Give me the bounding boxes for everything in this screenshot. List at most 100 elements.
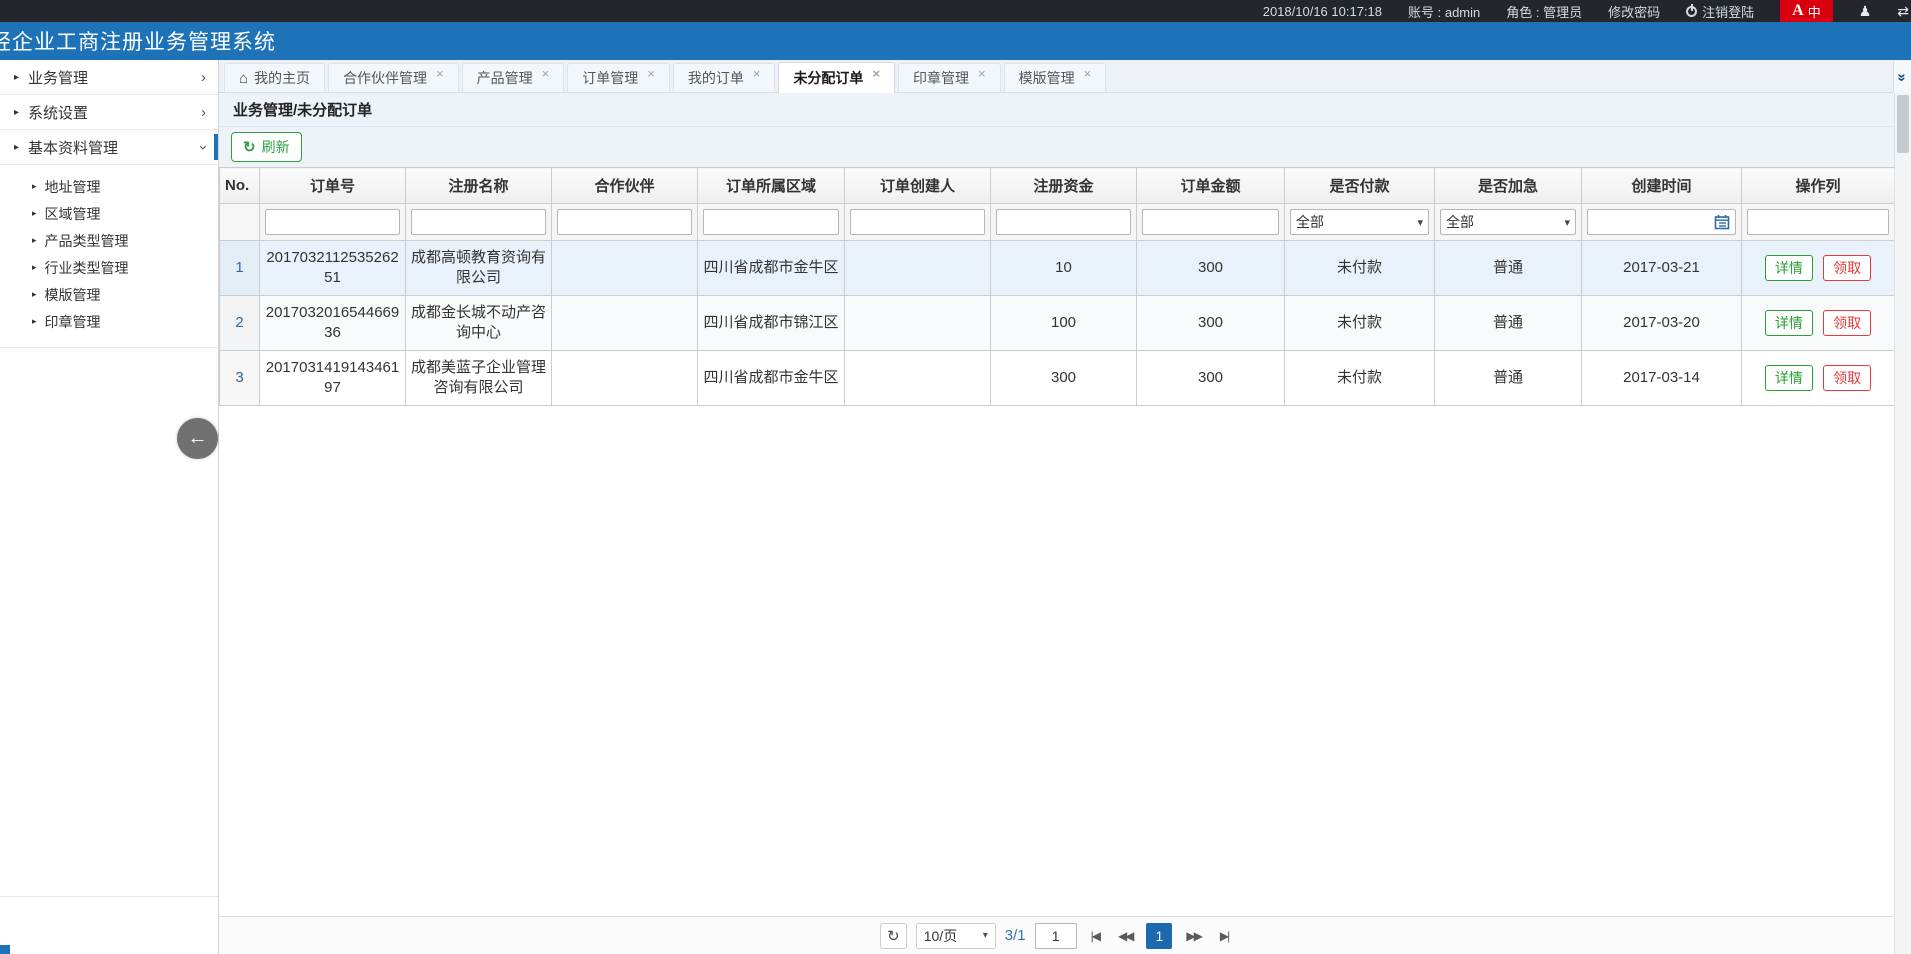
app-header: 轻企业工商注册业务管理系统 bbox=[0, 22, 1911, 60]
tab-my-orders[interactable]: 我的订单 × bbox=[673, 63, 776, 92]
scrollbar-thumb[interactable] bbox=[1897, 95, 1909, 153]
tab-overflow-button[interactable]: » bbox=[1893, 61, 1911, 93]
table-row[interactable]: 3 201703141914346197 成都美蓝子企业管理咨询有限公司 四川省… bbox=[220, 351, 1895, 406]
table-header-row: No. 订单号 注册名称 合作伙伴 订单所属区域 订单创建人 注册资金 订单金额… bbox=[220, 168, 1895, 204]
close-icon[interactable]: × bbox=[436, 66, 444, 81]
col-reg-capital: 注册资金 bbox=[991, 168, 1137, 204]
detail-button[interactable]: 详情 bbox=[1765, 365, 1813, 392]
table-row[interactable]: 1 201703211253526251 成都高顿教育资询有限公司 四川省成都市… bbox=[220, 241, 1895, 296]
close-icon[interactable]: × bbox=[647, 66, 655, 81]
tab-partner-mgmt[interactable]: 合作伙伴管理 × bbox=[328, 63, 459, 92]
tab-label: 印章管理 bbox=[913, 68, 969, 88]
close-icon[interactable]: × bbox=[542, 66, 550, 81]
sidebar-subitem-label: 模版管理 bbox=[45, 285, 101, 305]
tab-unassigned-orders[interactable]: 未分配订单 × bbox=[778, 62, 895, 93]
breadcrumb: 业务管理/未分配订单 bbox=[219, 93, 1911, 127]
refresh-icon: ↻ bbox=[243, 138, 256, 156]
table-row[interactable]: 2 201703201654466936 成都金长城不动产咨询中心 四川省成都市… bbox=[220, 296, 1895, 351]
detail-button[interactable]: 详情 bbox=[1765, 255, 1813, 282]
page-size-select[interactable]: 10/页 ▾ bbox=[916, 923, 996, 949]
logout-label: 注销登陆 bbox=[1702, 2, 1754, 21]
logout-link[interactable]: 注销登陆 bbox=[1686, 2, 1754, 21]
role-label: 角色 : 管理员 bbox=[1506, 2, 1582, 21]
tab-label: 产品管理 bbox=[477, 68, 533, 88]
sidebar-item-business-mgmt[interactable]: ▸ 业务管理 › bbox=[0, 60, 218, 95]
filter-actions-input[interactable] bbox=[1747, 209, 1889, 235]
cell-amount: 300 bbox=[1137, 351, 1285, 406]
filter-paid-select[interactable]: 全部 ▾ bbox=[1290, 209, 1429, 235]
sidebar-item-seal-mgmt[interactable]: ▸ 印章管理 bbox=[0, 308, 218, 335]
filter-row: 全部 ▾ 全部 ▾ bbox=[220, 204, 1895, 241]
account-label: 账号 : admin bbox=[1408, 2, 1480, 21]
sidebar-item-system-settings[interactable]: ▸ 系统设置 › bbox=[0, 95, 218, 130]
toolbar: ↻ 刷新 bbox=[219, 127, 1911, 167]
col-urgent: 是否加急 bbox=[1435, 168, 1582, 204]
cell-paid-status: 未付款 bbox=[1285, 351, 1435, 406]
change-password-link[interactable]: 修改密码 bbox=[1608, 2, 1660, 21]
bullet-icon: ▸ bbox=[32, 316, 37, 327]
next-page-button[interactable]: ▶▶ bbox=[1181, 929, 1205, 943]
detail-button[interactable]: 详情 bbox=[1765, 310, 1813, 337]
col-reg-name: 注册名称 bbox=[406, 168, 552, 204]
vertical-scrollbar[interactable] bbox=[1894, 93, 1911, 954]
col-creator: 订单创建人 bbox=[845, 168, 991, 204]
swap-icon[interactable]: ⇄ bbox=[1897, 3, 1909, 20]
tab-order-mgmt[interactable]: 订单管理 × bbox=[567, 63, 670, 92]
filter-partner-input[interactable] bbox=[557, 209, 692, 235]
close-icon[interactable]: × bbox=[872, 66, 880, 81]
filter-region-input[interactable] bbox=[703, 209, 839, 235]
collapse-sidebar-button[interactable]: ← bbox=[177, 418, 218, 459]
tab-my-home[interactable]: ⌂ 我的主页 bbox=[224, 63, 325, 92]
cell-region: 四川省成都市金牛区 bbox=[698, 241, 845, 296]
sidebar-item-template-mgmt[interactable]: ▸ 模版管理 bbox=[0, 281, 218, 308]
current-page-button[interactable]: 1 bbox=[1146, 923, 1172, 949]
close-icon[interactable]: × bbox=[978, 66, 986, 81]
chevron-right-icon: › bbox=[201, 69, 206, 86]
cell-reg-name: 成都高顿教育资询有限公司 bbox=[406, 241, 552, 296]
filter-reg-name-input[interactable] bbox=[411, 209, 546, 235]
prev-page-button[interactable]: ◀◀ bbox=[1113, 929, 1137, 943]
filter-no-cell bbox=[220, 204, 260, 241]
row-number: 2 bbox=[220, 296, 260, 351]
col-partner: 合作伙伴 bbox=[552, 168, 698, 204]
cell-creator bbox=[845, 351, 991, 406]
language-zh: 中 bbox=[1808, 2, 1821, 21]
sidebar-subitem-label: 产品类型管理 bbox=[45, 231, 129, 251]
filter-amount-input[interactable] bbox=[1142, 209, 1279, 235]
cell-region: 四川省成都市锦江区 bbox=[698, 296, 845, 351]
close-icon[interactable]: × bbox=[753, 66, 761, 81]
filter-created-date-input[interactable] bbox=[1587, 209, 1736, 235]
cell-reg-name: 成都美蓝子企业管理咨询有限公司 bbox=[406, 351, 552, 406]
sidebar-item-address-mgmt[interactable]: ▸ 地址管理 bbox=[0, 173, 218, 200]
sidebar-item-basic-data-mgmt[interactable]: ▸ 基本资料管理 › bbox=[0, 130, 218, 165]
theme-icon[interactable]: ♟ bbox=[1859, 3, 1872, 20]
filter-reg-capital-input[interactable] bbox=[996, 209, 1131, 235]
page-size-value: 10/页 bbox=[924, 926, 957, 946]
cell-reg-capital: 10 bbox=[991, 241, 1137, 296]
claim-button[interactable]: 领取 bbox=[1823, 310, 1871, 337]
col-order-no: 订单号 bbox=[260, 168, 406, 204]
first-page-button[interactable]: |◀ bbox=[1086, 929, 1104, 943]
cell-created: 2017-03-20 bbox=[1582, 296, 1742, 351]
close-icon[interactable]: × bbox=[1084, 66, 1092, 81]
refresh-button[interactable]: ↻ 刷新 bbox=[231, 132, 302, 162]
tab-seal-mgmt[interactable]: 印章管理 × bbox=[898, 63, 1001, 92]
filter-urgent-select[interactable]: 全部 ▾ bbox=[1440, 209, 1576, 235]
page-number-input[interactable] bbox=[1035, 923, 1077, 949]
language-switch-button[interactable]: A 中 bbox=[1780, 0, 1833, 22]
tab-product-mgmt[interactable]: 产品管理 × bbox=[462, 63, 565, 92]
sidebar-item-product-type-mgmt[interactable]: ▸ 产品类型管理 bbox=[0, 227, 218, 254]
tab-template-mgmt[interactable]: 模版管理 × bbox=[1004, 63, 1107, 92]
filter-creator-input[interactable] bbox=[850, 209, 985, 235]
cell-created: 2017-03-21 bbox=[1582, 241, 1742, 296]
filter-paid-value: 全部 bbox=[1296, 212, 1324, 232]
claim-button[interactable]: 领取 bbox=[1823, 255, 1871, 282]
sidebar-item-region-mgmt[interactable]: ▸ 区域管理 bbox=[0, 200, 218, 227]
filter-order-no-input[interactable] bbox=[265, 209, 400, 235]
cell-order-no: 201703201654466936 bbox=[260, 296, 406, 351]
claim-button[interactable]: 领取 bbox=[1823, 365, 1871, 392]
pagination-refresh-button[interactable]: ↻ bbox=[880, 923, 907, 949]
last-page-button[interactable]: ▶| bbox=[1215, 929, 1233, 943]
refresh-label: 刷新 bbox=[262, 137, 290, 157]
sidebar-item-industry-type-mgmt[interactable]: ▸ 行业类型管理 bbox=[0, 254, 218, 281]
